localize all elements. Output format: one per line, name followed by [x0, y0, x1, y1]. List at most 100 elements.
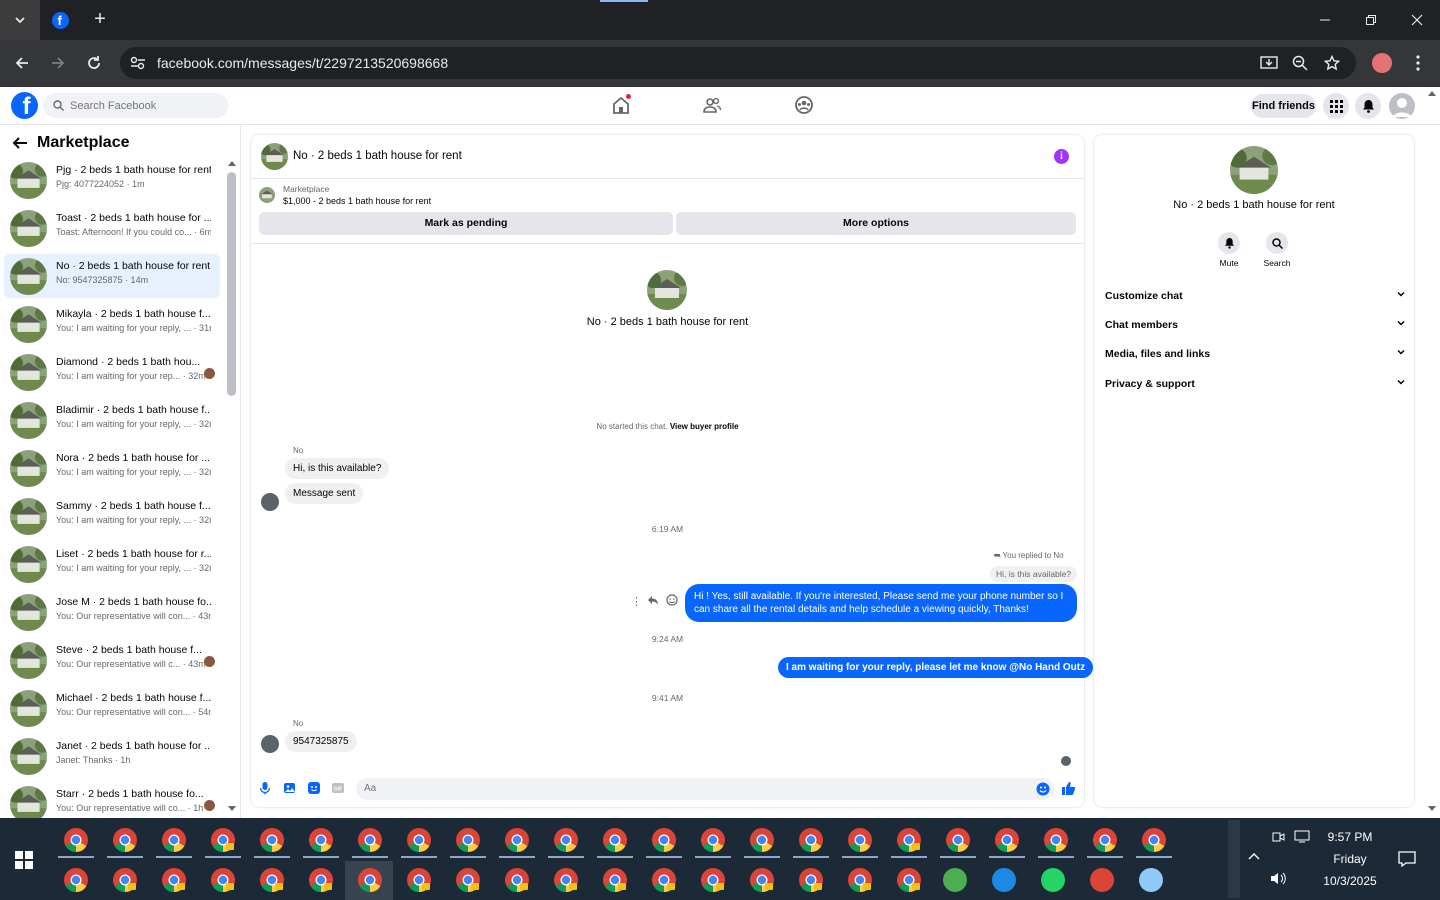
- chrome-taskbar-icon[interactable]: [112, 867, 142, 897]
- volume-icon[interactable]: [1270, 872, 1286, 885]
- back-button[interactable]: [7, 48, 37, 78]
- chrome-taskbar-icon[interactable]: [651, 827, 681, 857]
- outgoing-message[interactable]: Hi ! Yes, still available. If you're int…: [685, 584, 1077, 622]
- chrome-taskbar-icon[interactable]: [602, 827, 632, 857]
- groups-nav-button[interactable]: [794, 95, 814, 115]
- start-button[interactable]: [15, 851, 33, 869]
- conversation-item[interactable]: Pjg · 2 beds 1 bath house for rent Pjg: 4…: [4, 158, 220, 202]
- chrome-taskbar-icon[interactable]: [357, 867, 387, 897]
- chrome-taskbar-icon[interactable]: [210, 827, 240, 857]
- restore-button[interactable]: [1348, 0, 1394, 40]
- conversation-item[interactable]: Diamond · 2 beds 1 bath hou... You: I am …: [4, 350, 220, 394]
- notifications-button[interactable]: [1355, 93, 1381, 119]
- browser-menu-button[interactable]: [1403, 48, 1433, 78]
- bookmark-button[interactable]: [1317, 48, 1347, 78]
- chrome-taskbar-icon[interactable]: [357, 827, 387, 857]
- message-input-field[interactable]: [364, 783, 964, 794]
- site-settings-icon[interactable]: [130, 56, 146, 70]
- chrome-taskbar-icon[interactable]: [700, 867, 730, 897]
- notification-center-button[interactable]: [1398, 851, 1416, 867]
- chrome-taskbar-icon[interactable]: [455, 867, 485, 897]
- conversation-item[interactable]: Michael · 2 beds 1 bath house f... You: O…: [4, 686, 220, 730]
- chrome-taskbar-icon[interactable]: [553, 867, 583, 897]
- conversation-item[interactable]: Sammy · 2 beds 1 bath house f... You: I a…: [4, 494, 220, 538]
- sender-avatar[interactable]: [261, 735, 279, 753]
- whatsapp-icon[interactable]: [1040, 867, 1070, 897]
- conversation-item[interactable]: Toast · 2 beds 1 bath house for ... Toast…: [4, 206, 220, 250]
- incoming-message[interactable]: Message sent: [285, 483, 364, 504]
- media-files-section[interactable]: Media, files and links: [1105, 348, 1405, 360]
- incoming-message[interactable]: Hi, is this available?: [285, 458, 390, 479]
- mark-pending-button[interactable]: Mark as pending: [259, 212, 673, 235]
- conversation-item[interactable]: No · 2 beds 1 bath house for rent No: 954…: [4, 254, 220, 298]
- chrome-taskbar-icon[interactable]: [896, 867, 926, 897]
- chrome-taskbar-icon[interactable]: [847, 827, 877, 857]
- chrome-taskbar-icon[interactable]: [749, 867, 779, 897]
- view-buyer-profile-link[interactable]: View buyer profile: [670, 422, 739, 431]
- chrome-taskbar-icon[interactable]: [847, 867, 877, 897]
- chrome-taskbar-icon[interactable]: [994, 827, 1024, 857]
- gif-button[interactable]: GIF: [331, 781, 345, 795]
- home-nav-button[interactable]: [611, 94, 631, 115]
- friends-nav-button[interactable]: [702, 95, 722, 115]
- incoming-message[interactable]: 9547325875: [285, 731, 357, 752]
- edge-icon[interactable]: [991, 867, 1021, 897]
- chrome-taskbar-icon[interactable]: [504, 827, 534, 857]
- conversation-item[interactable]: Nora · 2 beds 1 bath house for ... You: I…: [4, 446, 220, 490]
- taskbar-scroll[interactable]: [1228, 820, 1240, 898]
- conversation-item[interactable]: Steve · 2 beds 1 bath house f... You: Our…: [4, 638, 220, 682]
- chrome-taskbar-icon[interactable]: [406, 867, 436, 897]
- quoted-message[interactable]: Hi, is this available?: [990, 566, 1078, 582]
- minimize-button[interactable]: [1302, 0, 1348, 40]
- chrome-taskbar-icon[interactable]: [1141, 827, 1171, 857]
- chrome-taskbar-icon[interactable]: [308, 867, 338, 897]
- conversation-item[interactable]: Mikayla · 2 beds 1 bath house f... You: I…: [4, 302, 220, 346]
- customize-chat-section[interactable]: Customize chat: [1105, 290, 1405, 302]
- react-button[interactable]: [666, 594, 678, 606]
- voice-clip-button[interactable]: [259, 781, 271, 795]
- message-input[interactable]: [356, 778, 1054, 800]
- outgoing-message[interactable]: I am waiting for your reply, please let …: [778, 657, 1094, 678]
- info-avatar[interactable]: [1230, 146, 1278, 194]
- meet-now-icon[interactable]: [1272, 830, 1285, 843]
- intro-avatar[interactable]: [647, 270, 687, 310]
- address-bar[interactable]: facebook.com/messages/t/2297213520698668: [120, 47, 1356, 79]
- chrome-taskbar-icon[interactable]: [259, 827, 289, 857]
- chrome-taskbar-icon[interactable]: [749, 827, 779, 857]
- scroll-up-arrow[interactable]: [228, 160, 236, 166]
- chrome-taskbar-icon[interactable]: [455, 827, 485, 857]
- install-app-button[interactable]: [1254, 48, 1284, 78]
- forward-button[interactable]: [43, 48, 73, 78]
- chrome-taskbar-icon[interactable]: [945, 827, 975, 857]
- new-tab-button[interactable]: +: [90, 9, 110, 30]
- back-arrow-button[interactable]: [12, 136, 28, 150]
- show-hidden-icons[interactable]: [1248, 852, 1260, 860]
- page-scroll-up[interactable]: [1428, 90, 1436, 96]
- scroll-down-arrow[interactable]: [228, 806, 236, 812]
- attach-photo-button[interactable]: [283, 781, 297, 795]
- sender-avatar[interactable]: [261, 493, 279, 511]
- chrome-taskbar-icon[interactable]: [161, 867, 191, 897]
- conversation-item[interactable]: Liset · 2 beds 1 bath house for r... You:…: [4, 542, 220, 586]
- chat-header-title[interactable]: No · 2 beds 1 bath house for rent: [293, 150, 462, 162]
- facebook-search-input[interactable]: [70, 99, 220, 112]
- chrome-taskbar-icon[interactable]: [700, 827, 730, 857]
- conversation-item[interactable]: Bladimir · 2 beds 1 bath house f... You: …: [4, 398, 220, 442]
- listing-title[interactable]: $1,000 - 2 beds 1 bath house for rent: [283, 196, 431, 206]
- clock[interactable]: 9:57 PM Friday 10/3/2025: [1316, 826, 1384, 892]
- chrome-taskbar-icon[interactable]: [161, 827, 191, 857]
- chat-header-avatar[interactable]: [261, 143, 288, 170]
- chrome-taskbar-icon[interactable]: [308, 827, 338, 857]
- tab-facebook[interactable]: f: [40, 0, 80, 40]
- profile-avatar[interactable]: [1372, 53, 1392, 73]
- chrome-taskbar-icon[interactable]: [1043, 827, 1073, 857]
- menu-button[interactable]: [1323, 93, 1349, 119]
- chrome-taskbar-icon[interactable]: [504, 867, 534, 897]
- sticker-button[interactable]: [307, 781, 321, 795]
- chrome-taskbar-icon[interactable]: [896, 827, 926, 857]
- chrome-taskbar-icon[interactable]: [798, 867, 828, 897]
- zoom-button[interactable]: [1285, 48, 1315, 78]
- close-window-button[interactable]: [1394, 0, 1440, 40]
- chat-members-section[interactable]: Chat members: [1105, 319, 1405, 331]
- search-in-chat-button[interactable]: [1266, 232, 1288, 254]
